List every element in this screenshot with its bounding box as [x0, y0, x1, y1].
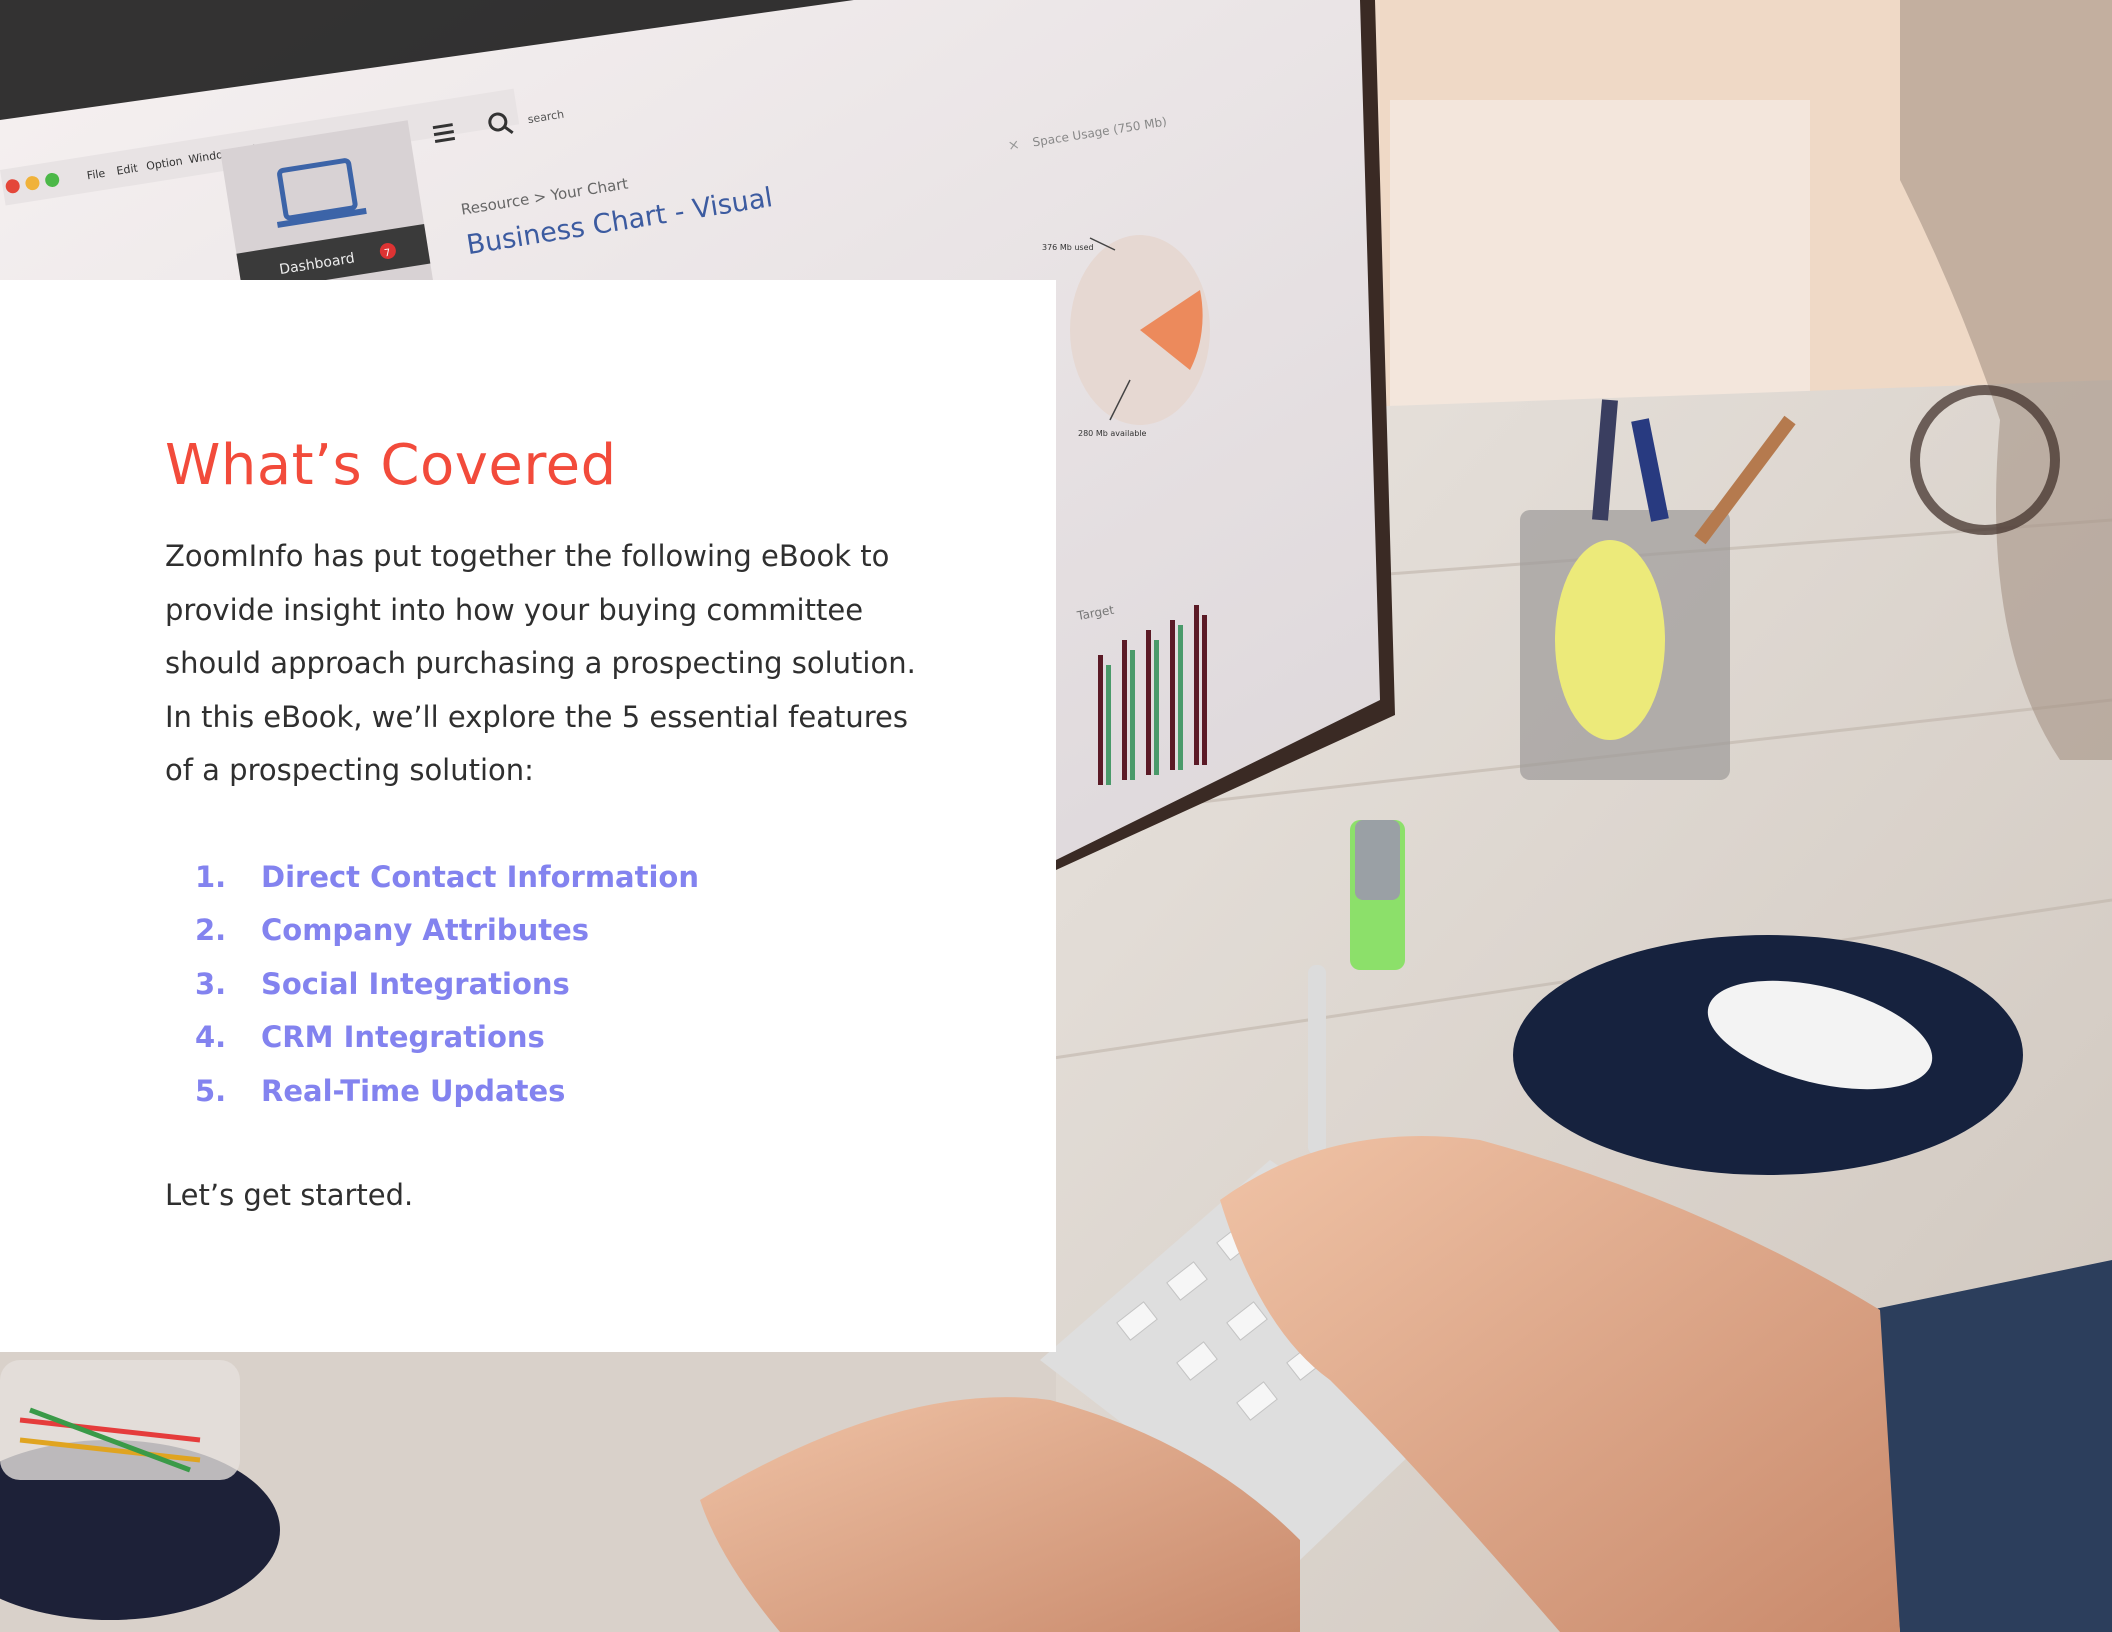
feature-number: 1.	[195, 860, 227, 894]
feature-number: 3.	[195, 966, 227, 1001]
feature-list: 1. Direct Contact Information 2. Company A…	[195, 851, 699, 1118]
feature-label: Company Attributes	[261, 913, 590, 948]
screen-available-label: 280 Mb available	[1078, 429, 1147, 438]
pen	[1308, 965, 1326, 1155]
feature-number: 4.	[195, 1020, 227, 1055]
close-icon: ×	[1007, 137, 1021, 155]
feature-label: Direct Contact Information	[261, 860, 700, 894]
feature-label: CRM Integrations	[261, 1020, 545, 1055]
feature-item-real-time-updates[interactable]: 5. Real-Time Updates	[195, 1065, 699, 1118]
feature-number: 2.	[195, 913, 227, 948]
feature-number: 5.	[195, 1073, 227, 1108]
feature-item-crm-integrations[interactable]: 4. CRM Integrations	[195, 1011, 699, 1064]
feature-label: Social Integrations	[261, 966, 570, 1001]
menu-icon	[432, 123, 456, 144]
closing-text: Let’s get started.	[165, 1178, 414, 1212]
feature-label: Real-Time Updates	[261, 1073, 566, 1108]
intro-paragraph: ZoomInfo has put together the following …	[165, 539, 916, 787]
screen-used-label: 376 Mb used	[1042, 243, 1094, 252]
window-light	[1390, 100, 1810, 420]
page-title: What’s Covered	[165, 433, 617, 498]
sleeve	[1870, 1260, 2112, 1632]
feature-item-company-attributes[interactable]: 2. Company Attributes	[195, 904, 699, 957]
feature-item-social-integrations[interactable]: 3. Social Integrations	[195, 958, 699, 1011]
feature-item-direct-contact[interactable]: 1. Direct Contact Information	[195, 851, 699, 904]
sticky-paper	[1555, 540, 1665, 740]
